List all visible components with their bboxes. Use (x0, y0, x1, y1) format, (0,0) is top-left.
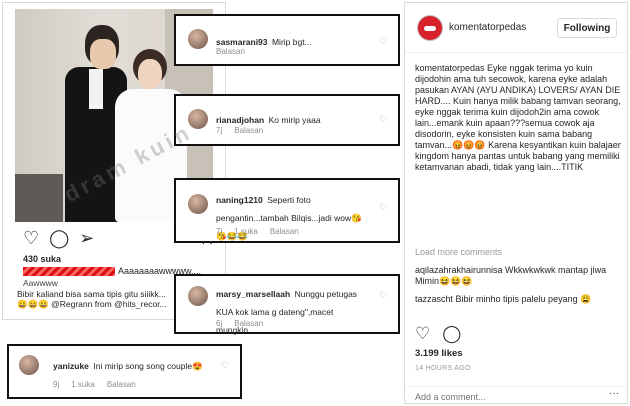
like-heart-icon[interactable]: ♡ (221, 360, 229, 371)
like-heart-icon[interactable]: ♡ (379, 202, 387, 213)
comment-time: 6j (216, 319, 223, 328)
avatar[interactable] (188, 194, 208, 214)
caption-line: 😄😄😄 @Regrann from @hits_recor... (17, 299, 167, 309)
comment-text: Mirip bgt... (271, 37, 312, 47)
share-icon[interactable]: ➢ (79, 229, 94, 247)
comment-username[interactable]: marsy_marsellaah (216, 289, 290, 299)
avatar[interactable] (188, 29, 208, 49)
more-options-icon[interactable]: ··· (609, 388, 619, 399)
post-actions: ♡ ◯ (415, 325, 461, 342)
comment-likes[interactable]: 1 suka (71, 380, 95, 389)
reply-link[interactable]: Balasan (234, 319, 263, 328)
load-more-comments-link[interactable]: Load more comments (415, 247, 502, 257)
post-detail-panel: komentatorpedas Following komentatorpeda… (404, 2, 628, 404)
comment-username[interactable]: yanizuke (53, 361, 89, 371)
comment-likes[interactable]: 1 suka (234, 227, 258, 236)
account-avatar[interactable] (417, 15, 443, 41)
post-likes: 430 suka (23, 254, 62, 264)
avatar[interactable] (188, 286, 208, 306)
following-button[interactable]: Following (557, 18, 617, 38)
like-heart-icon[interactable]: ♡ (379, 290, 387, 301)
add-comment-bar: ··· (405, 386, 627, 404)
post-timestamp: 14 HOURS AGO (415, 365, 471, 372)
add-comment-input[interactable] (415, 390, 595, 403)
redacted-username (23, 267, 115, 277)
reply-link[interactable]: Balasan (270, 227, 299, 236)
post-caption: komentatorpedas Eyke nggak terima yo kui… (415, 63, 621, 172)
avatar[interactable] (19, 355, 39, 375)
heart-icon[interactable]: ♡ (415, 325, 430, 342)
heart-icon[interactable]: ♡ (23, 229, 39, 247)
comment-item: aqilazahrakhairunnisa Wkkwkwkwk mantap j… (415, 265, 607, 286)
like-heart-icon[interactable]: ♡ (379, 114, 387, 125)
account-username[interactable]: komentatorpedas (449, 22, 526, 33)
like-count: 3.199 likes (415, 348, 463, 359)
comment-card: naning1210 Seperti foto pengantin...tamb… (174, 178, 400, 243)
reply-link[interactable]: Balasan (107, 380, 136, 389)
comment-username[interactable]: sasmarani93 (216, 37, 268, 47)
comment-icon[interactable]: ◯ (49, 229, 69, 247)
reply-link[interactable]: Balasan (234, 126, 263, 135)
reply-link[interactable]: Balasan (216, 47, 245, 56)
comment-username[interactable]: naning1210 (216, 195, 263, 205)
comment-text: Ini mirip song song couple😍 (93, 361, 203, 371)
comment-card: yanizuke Ini mirip song song couple😍 9j … (7, 344, 242, 399)
comment-card: marsy_marsellaah Nunggu petugas KUA kok … (174, 274, 400, 335)
comment-icon[interactable]: ◯ (442, 325, 461, 342)
comment-text: Ko mirip yaaa (268, 115, 321, 125)
comment-item: tazzascht Bibir minho tipis palelu peyan… (415, 294, 592, 304)
caption-line: Aawwww (23, 278, 58, 288)
comment-time: 9j (53, 380, 60, 389)
comment-time: 7j (216, 227, 223, 236)
caption-line: Bibir kaliand bisa sama tipis gitu siiik… (17, 289, 166, 299)
post-header: komentatorpedas Following (405, 3, 627, 53)
post-actions: ♡ ◯ ➢ (23, 229, 94, 247)
